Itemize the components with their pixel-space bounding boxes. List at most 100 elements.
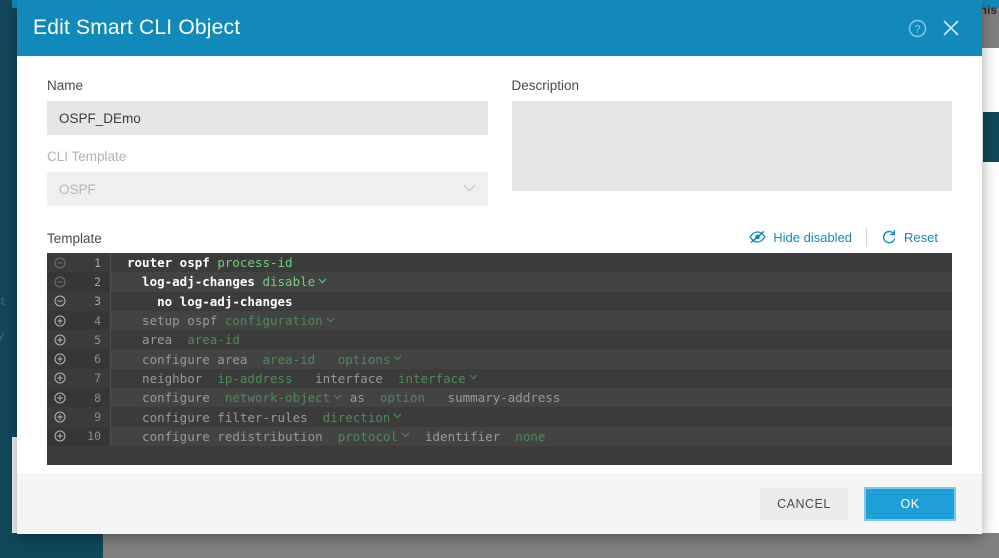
line-number: 8 [94,390,101,405]
code-gutter: 10 [47,426,111,446]
code-token: direction [322,409,391,425]
fold-toggle[interactable] [47,257,73,269]
code-token: neighbor [127,370,218,386]
cancel-button[interactable]: CANCEL [760,487,848,520]
ok-button[interactable]: OK [864,486,956,521]
fold-toggle[interactable] [47,372,73,384]
background-teal-button [983,112,999,162]
line-number: 9 [94,410,101,425]
code-token: summary-address [425,390,561,406]
code-gutter: 9 [47,407,111,427]
help-button[interactable]: ? [900,11,934,45]
fold-toggle[interactable] [47,430,73,442]
code-token: as [342,390,380,406]
cli-template-field-group: CLI Template OSPF [47,149,488,206]
expand-icon [54,315,66,327]
code-gutter: 1 [47,253,111,273]
code-token: area-id [187,332,240,348]
code-line[interactable]: 6 configure area area-id options [47,349,952,369]
code-line-text[interactable]: setup ospf configuration [111,310,952,331]
fold-toggle[interactable] [47,392,73,404]
refresh-icon [882,230,896,244]
reset-label: Reset [904,229,938,245]
background-nav-label-b: y [0,328,5,342]
expand-icon [54,411,66,423]
close-button[interactable] [934,11,968,45]
expand-icon [54,353,66,365]
top-fields-row: Name CLI Template OSPF Description [47,78,952,206]
description-input[interactable] [511,101,952,191]
fold-toggle[interactable] [47,334,73,346]
code-token: none [515,428,546,444]
dialog-body: Name CLI Template OSPF Description [17,56,982,473]
expand-icon [54,392,66,404]
fold-toggle[interactable] [47,315,73,327]
code-line-text[interactable]: configure redistribution protocol identi… [111,426,952,446]
code-line[interactable]: 4 setup ospf configuration [47,310,952,331]
code-line-text[interactable]: area area-id [111,330,952,350]
code-token: process-id [217,255,293,271]
code-line-text[interactable]: neighbor ip-address interface interface [111,368,952,389]
chevron-down-icon[interactable] [318,278,327,284]
code-token: router ospf [127,255,218,271]
cli-template-label: CLI Template [47,149,127,164]
description-label: Description [511,78,580,93]
code-line[interactable]: 8 configure network-object as option sum… [47,388,952,408]
code-line-text[interactable]: configure network-object as option summa… [111,388,952,408]
chevron-down-icon[interactable] [393,355,402,361]
code-token: configure area [127,351,263,367]
code-token: options [337,351,391,367]
dialog-footer: CANCEL OK [17,473,982,534]
name-input[interactable] [47,101,488,135]
fold-toggle[interactable] [47,353,73,365]
fold-toggle[interactable] [47,411,73,423]
right-fields-column: Description [511,78,952,206]
code-line[interactable]: 5 area area-id [47,330,952,350]
code-gutter: 7 [47,368,111,389]
code-line-text[interactable]: no log-adj-changes [111,291,952,311]
code-line-text[interactable]: router ospf process-id [111,253,952,273]
svg-text:?: ? [914,23,920,35]
code-line[interactable]: 10 configure redistribution protocol ide… [47,426,952,446]
code-token: network-object [224,390,331,406]
code-token: ip-address [217,370,293,386]
cli-template-select[interactable]: OSPF [47,172,488,206]
template-header: Template Hide disabled Reset [47,228,952,246]
code-gutter: 5 [47,330,111,350]
chevron-down-icon[interactable] [326,317,335,323]
hide-disabled-button[interactable]: Hide disabled [735,230,866,245]
code-line-text[interactable]: log-adj-changes disable [111,272,952,292]
eye-slash-icon [749,230,766,244]
chevron-down-icon[interactable] [393,413,402,419]
line-number: 1 [94,255,101,270]
reset-button[interactable]: Reset [867,229,952,245]
code-gutter: 3 [47,291,111,311]
code-token: configure [127,390,225,406]
chevron-down-icon[interactable] [401,432,410,438]
code-token: log-adj-changes [127,274,263,290]
fold-toggle[interactable] [47,276,73,288]
fold-toggle[interactable] [47,295,73,307]
dialog-header: Edit Smart CLI Object ? [17,0,982,56]
code-line[interactable]: 9 configure filter-rules direction [47,407,952,427]
code-token: configuration [224,313,323,329]
template-actions: Hide disabled Reset [735,228,952,246]
code-line[interactable]: 1 router ospf process-id [47,253,952,273]
line-number: 10 [87,429,101,444]
code-line-text[interactable]: configure filter-rules direction [111,407,952,427]
template-code-editor[interactable]: 1 router ospf process-id 2 log-adj-changes… [47,253,952,465]
chevron-down-icon[interactable] [333,394,342,400]
code-line[interactable]: 2 log-adj-changes disable [47,272,952,292]
name-field-group: Name [47,78,488,135]
expand-icon [54,372,66,384]
code-line[interactable]: 7 neighbor ip-address interface interfac… [47,368,952,389]
chevron-down-icon[interactable] [469,374,478,380]
page-title: Edit Smart CLI Object [33,16,241,39]
cli-template-value: OSPF [59,181,96,197]
code-line[interactable]: 3 no log-adj-changes [47,291,952,311]
code-line-text[interactable]: configure area area-id options [111,349,952,369]
line-number: 3 [94,294,101,309]
code-token: identifier [409,428,516,444]
line-number: 2 [94,274,101,289]
